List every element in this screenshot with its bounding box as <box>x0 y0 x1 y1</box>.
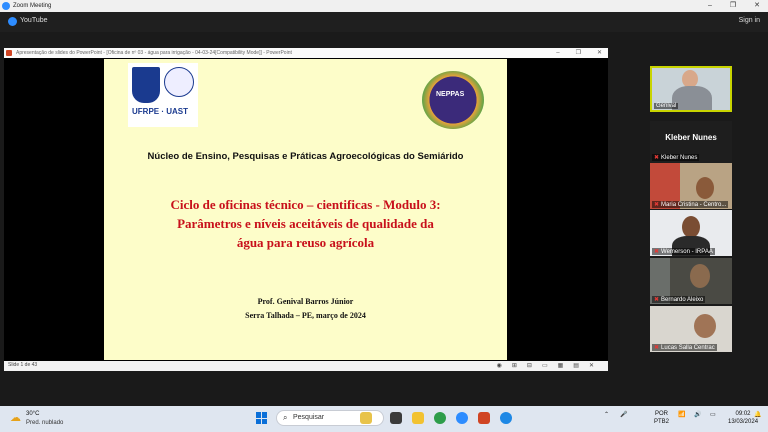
view-grid-icon[interactable]: ⊞ <box>512 362 517 369</box>
participant-name: Kleber Nunes <box>661 155 698 161</box>
search-highlight-icon[interactable] <box>360 412 372 424</box>
participant-tile-genival[interactable]: Genival <box>650 66 732 112</box>
maximize-button[interactable]: ❐ <box>730 0 736 12</box>
clock-date: 13/03/2024 <box>728 419 759 425</box>
zoom-taskbar-icon[interactable] <box>456 412 468 424</box>
participant-name-label: ✖ Lucas Salla Centrac <box>652 344 717 351</box>
battery-icon[interactable]: ▭ <box>710 411 716 418</box>
mic-muted-icon: ✖ <box>654 249 660 255</box>
close-button[interactable]: ✕ <box>754 0 760 12</box>
view-sorter-icon[interactable]: ▦ <box>558 362 564 369</box>
zoom-app-icon <box>2 2 10 10</box>
participant-name-label: ✖ Bernardo Aleixo <box>652 296 706 303</box>
slideshow-controls: ◉ ⊞ ⊟ ▭ ▦ ▤ ✕ <box>497 362 594 369</box>
participant-tile-bernardo[interactable]: ✖ Bernardo Aleixo <box>650 258 732 304</box>
participant-video <box>694 314 716 338</box>
language-indicator[interactable]: POR PTB2 <box>654 410 669 426</box>
chrome-icon[interactable] <box>434 412 446 424</box>
edge-icon[interactable] <box>500 412 512 424</box>
powerpoint-window: Apresentação de slides do PowerPoint - [… <box>4 48 608 371</box>
participant-name: Maria Cristina - Centro... <box>661 202 727 208</box>
slide-title-line: Parâmetros e níveis aceitáveis de qualid… <box>177 216 434 231</box>
slide-place-date: Serra Talhada – PE, março de 2024 <box>245 311 366 320</box>
participant-video <box>690 264 710 288</box>
powerpoint-statusbar: Slide 1 de 43 ◉ ⊞ ⊟ ▭ ▦ ▤ ✕ <box>4 361 608 371</box>
participant-name-label: ✖ Kleber Nunes <box>652 154 700 161</box>
notifications-icon[interactable]: 🔔 <box>754 411 761 418</box>
participant-name: Bernardo Aleixo <box>661 297 704 303</box>
microphone-icon[interactable]: 🎤 <box>620 411 627 418</box>
view-reading-icon[interactable]: ▤ <box>573 362 579 369</box>
ppt-close-button[interactable]: ✕ <box>597 48 602 58</box>
participant-name: Wemerson - IRPAA <box>661 249 713 255</box>
window-title: Zoom Meeting <box>13 3 52 9</box>
view-normal-icon[interactable]: ▭ <box>542 362 548 369</box>
participant-display-name: Kleber Nunes <box>665 133 717 142</box>
exit-slideshow-icon[interactable]: ✕ <box>589 362 594 369</box>
slide: UFRPE · UAST NEPPAS Núcleo de Ensino, Pe… <box>104 59 507 360</box>
ppt-maximize-button[interactable]: ❐ <box>576 48 581 58</box>
mic-muted-icon: ✖ <box>654 155 660 161</box>
participant-name: Genival <box>654 103 679 109</box>
mic-muted-icon: ✖ <box>654 202 660 208</box>
participant-name: Lucas Salla Centrac <box>661 345 715 351</box>
wifi-icon[interactable]: 📶 <box>678 411 685 418</box>
powerpoint-titlebar: Apresentação de slides do PowerPoint - [… <box>4 48 608 58</box>
weather-temperature[interactable]: 30°C <box>26 411 39 417</box>
ufrpe-uast-logo: UFRPE · UAST <box>128 63 198 127</box>
file-explorer-icon[interactable] <box>412 412 424 424</box>
language-code: POR <box>655 411 669 417</box>
participant-video <box>696 177 714 199</box>
neppas-logo-text: NEPPAS <box>436 91 465 98</box>
ufrpe-logo-text: UFRPE · UAST <box>132 107 188 116</box>
slide-title-line: água para reuso agrícola <box>236 235 375 250</box>
tray-expand-icon[interactable]: ⌃ <box>604 411 609 418</box>
slide-counter: Slide 1 de 43 <box>8 362 38 368</box>
youtube-icon[interactable] <box>8 17 17 26</box>
powerpoint-title: Apresentação de slides do PowerPoint - [… <box>16 50 292 56</box>
mic-muted-icon: ✖ <box>654 297 660 303</box>
participant-tile-kleber[interactable]: Kleber Nunes ✖ Kleber Nunes <box>650 121 732 163</box>
powerpoint-icon <box>6 50 12 56</box>
powerpoint-window-controls: – ❐ ✕ <box>556 48 602 58</box>
slide-author-block: Prof. Genival Barros Júnior Serra Talhad… <box>104 295 507 323</box>
neppas-logo: NEPPAS <box>422 71 484 129</box>
mic-muted-icon: ✖ <box>654 345 660 351</box>
slide-author: Prof. Genival Barros Júnior <box>257 297 354 306</box>
participant-tile-wemerson[interactable]: ✖ Wemerson - IRPAA <box>650 210 732 256</box>
keyboard-layout: PTB2 <box>654 419 670 425</box>
participant-name-label: ✖ Wemerson - IRPAA <box>652 248 715 255</box>
slide-title-line: Ciclo de oficinas técnico – cientificas … <box>170 197 441 212</box>
minimize-button[interactable]: – <box>708 0 712 12</box>
sign-in-button[interactable]: Sign in <box>739 17 760 24</box>
volume-icon[interactable]: 🔊 <box>694 411 701 418</box>
weather-icon[interactable]: ☁ <box>10 411 21 424</box>
windows-taskbar <box>0 406 768 432</box>
participant-name-label: ✖ Maria Cristina - Centro... <box>652 201 729 208</box>
windows-start-icon[interactable] <box>256 412 268 424</box>
slide-title: Ciclo de oficinas técnico – cientificas … <box>104 195 507 252</box>
youtube-tab[interactable]: YouTube <box>20 17 48 24</box>
uast-seal-icon <box>164 67 194 97</box>
zoom-toolbar <box>0 12 768 32</box>
slide-institution: Núcleo de Ensino, Pesquisas e Práticas A… <box>147 151 464 162</box>
search-placeholder: Pesquisar <box>293 414 325 421</box>
search-icon: ⌕ <box>283 413 288 422</box>
participant-tile-maria[interactable]: ✖ Maria Cristina - Centro... <box>650 163 732 209</box>
ufrpe-shield-icon <box>132 67 160 103</box>
powerpoint-taskbar-icon[interactable] <box>478 412 490 424</box>
participant-video <box>682 216 700 238</box>
participant-tile-lucas[interactable]: ✖ Lucas Salla Centrac <box>650 306 732 352</box>
weather-description[interactable]: Pred. nublado <box>26 420 63 426</box>
record-icon[interactable]: ◉ <box>497 362 502 369</box>
ppt-minimize-button[interactable]: – <box>556 48 559 58</box>
task-view-icon[interactable] <box>390 412 402 424</box>
view-list-icon[interactable]: ⊟ <box>527 362 532 369</box>
window-controls: – ❐ ✕ <box>708 0 760 12</box>
zoom-titlebar: Zoom Meeting – ❐ ✕ <box>0 0 768 12</box>
